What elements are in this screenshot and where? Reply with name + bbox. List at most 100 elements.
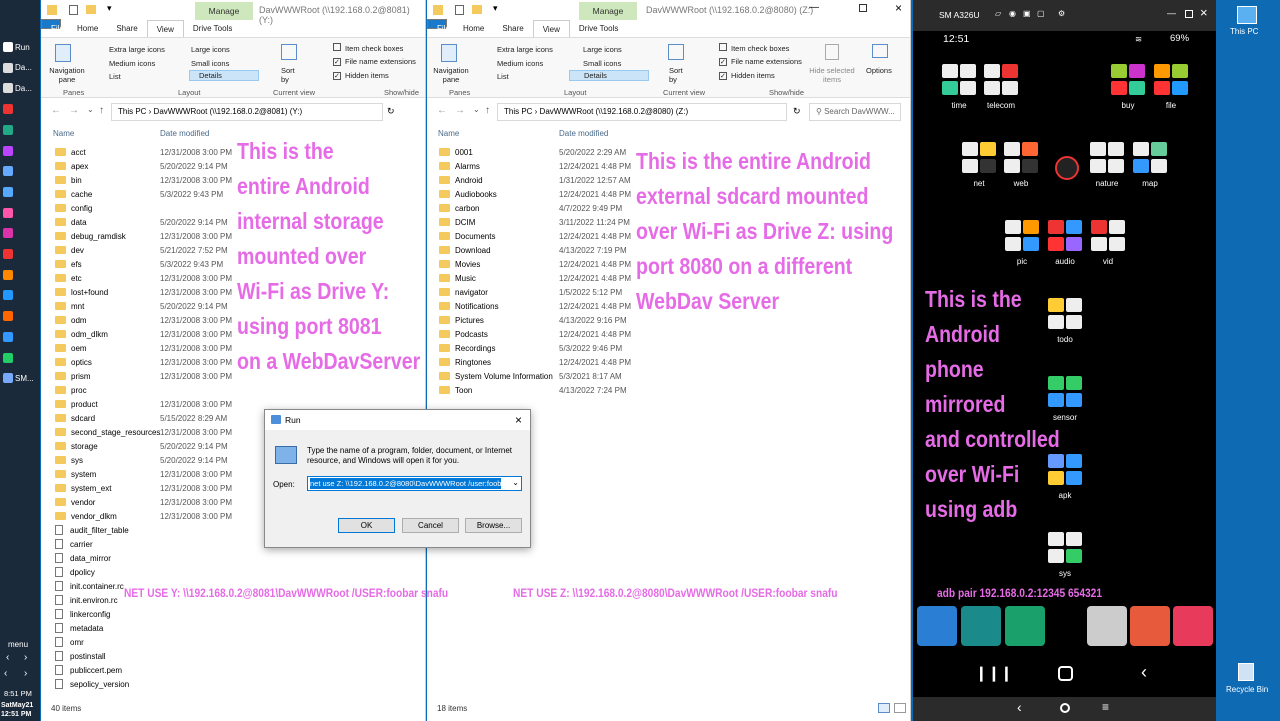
layout-list[interactable]: List — [109, 72, 121, 81]
close-icon[interactable]: × — [1200, 5, 1208, 20]
tab-home[interactable]: Home — [454, 20, 493, 37]
taskbar-item[interactable] — [0, 204, 40, 222]
refresh-icon[interactable]: ↻ — [793, 106, 801, 117]
layout-small[interactable]: Small icons — [191, 59, 229, 68]
layout-list[interactable]: List — [497, 72, 509, 81]
options-button[interactable]: Options — [866, 66, 892, 75]
recent-dropdown-icon[interactable]: ⌄ — [87, 105, 94, 114]
taskbar-item[interactable] — [0, 286, 40, 304]
taskbar-item[interactable] — [0, 266, 40, 284]
list-item[interactable]: Toon 4/13/2022 7:24 PM — [439, 385, 739, 400]
layout-details[interactable]: Details — [189, 70, 259, 81]
back-icon[interactable]: ‹ — [1017, 699, 1022, 715]
up-icon[interactable]: ↑ — [485, 105, 490, 116]
sort-icon[interactable] — [668, 44, 684, 60]
large-icons-view-icon[interactable] — [894, 703, 906, 713]
screenshot-icon[interactable]: ▱ — [995, 9, 1001, 18]
record-icon[interactable]: ◉ — [1009, 9, 1016, 18]
sort-icon[interactable] — [281, 44, 297, 60]
open-input[interactable]: net use Z: \\192.168.0.2@8080\DavWWWRoot… — [307, 476, 522, 491]
layout-medium[interactable]: Medium icons — [497, 59, 543, 68]
chevron-right-icon[interactable]: › — [24, 652, 27, 663]
new-folder-icon[interactable] — [472, 5, 482, 14]
taskbar-item[interactable] — [0, 183, 40, 201]
tab-drive-tools[interactable]: Drive Tools — [184, 20, 241, 37]
refresh-icon[interactable]: ↻ — [387, 106, 395, 117]
list-item[interactable]: Podcasts 12/24/2021 4:48 PM — [439, 329, 739, 344]
list-item[interactable]: System Volume Information 5/3/2021 8:17 A… — [439, 371, 739, 386]
options-icon[interactable] — [872, 44, 888, 58]
back-icon[interactable]: ← — [437, 105, 447, 116]
layout-large[interactable]: Large icons — [191, 45, 230, 54]
layout-extra-large[interactable]: Extra large icons — [497, 45, 553, 54]
recent-apps-icon[interactable]: ❙❙❙ — [975, 664, 1013, 682]
taskbar-item[interactable]: SM... — [0, 369, 40, 387]
layout-small[interactable]: Small icons — [583, 59, 621, 68]
tab-view[interactable]: View — [532, 20, 570, 37]
close-icon[interactable]: × — [895, 1, 902, 15]
layout-details[interactable]: Details — [569, 70, 649, 81]
app-folder[interactable]: map — [1132, 142, 1168, 192]
new-folder-icon[interactable] — [86, 5, 96, 14]
list-item[interactable]: Ringtones 12/24/2021 4:48 PM — [439, 357, 739, 372]
messages-app-icon[interactable] — [917, 606, 957, 646]
taskbar-item[interactable] — [0, 307, 40, 325]
up-icon[interactable]: ↑ — [99, 105, 104, 116]
home-icon[interactable] — [1060, 703, 1070, 713]
taskbar-item[interactable] — [0, 245, 40, 263]
tab-drive-tools[interactable]: Drive Tools — [570, 20, 627, 37]
tab-view[interactable]: View — [146, 20, 184, 37]
app-folder[interactable]: file — [1153, 64, 1189, 114]
camera-app-icon[interactable] — [1173, 606, 1213, 646]
recycle-bin-icon[interactable] — [1238, 663, 1254, 681]
item-check-boxes[interactable]: Item check boxes — [333, 43, 403, 53]
power-icon[interactable] — [1055, 156, 1079, 180]
app-folder[interactable]: telecom — [983, 64, 1019, 114]
android-app-icon[interactable] — [1087, 606, 1127, 646]
tab-file[interactable]: File — [427, 19, 450, 33]
navigation-pane-icon[interactable] — [441, 44, 457, 62]
properties-icon[interactable] — [69, 5, 78, 15]
tab-share[interactable]: Share — [493, 20, 532, 37]
taskbar-item[interactable] — [0, 142, 40, 160]
taskbar-menu[interactable]: menu — [8, 640, 28, 649]
address-bar[interactable]: This PC › DavWWWRoot (\\192.168.0.2@8080… — [497, 103, 787, 121]
phone-app-icon[interactable] — [1005, 606, 1045, 646]
list-item[interactable]: dpolicy — [55, 567, 355, 582]
manage-tab-header[interactable]: Manage — [195, 2, 253, 20]
hidden-items[interactable]: ✓ Hidden items — [719, 71, 775, 80]
forward-icon[interactable]: → — [69, 105, 79, 116]
taskbar-item[interactable] — [0, 349, 40, 367]
chevron-left-icon[interactable]: ‹ — [6, 652, 9, 663]
taskbar-item[interactable] — [0, 121, 40, 139]
taskbar-item[interactable] — [0, 162, 40, 180]
app-folder[interactable]: web — [1003, 142, 1039, 192]
app-folder[interactable]: sys — [1047, 532, 1083, 582]
home-icon[interactable] — [1058, 666, 1073, 681]
list-item[interactable]: linkerconfig — [55, 609, 355, 624]
app-folder[interactable]: pic — [1004, 220, 1040, 270]
app-folder[interactable]: vid — [1090, 220, 1126, 270]
app-folder[interactable]: nature — [1089, 142, 1125, 192]
details-view-icon[interactable] — [878, 703, 890, 713]
column-name[interactable]: Name — [53, 129, 74, 138]
list-item[interactable]: metadata — [55, 623, 355, 638]
list-item[interactable]: publiccert.pem — [55, 665, 355, 680]
layout-large[interactable]: Large icons — [583, 45, 622, 54]
sort-by-button[interactable]: Sort by — [281, 66, 301, 84]
app-folder[interactable]: net — [961, 142, 997, 192]
minimize-icon[interactable]: — — [1167, 8, 1176, 18]
camera-icon[interactable]: ▣ — [1023, 9, 1031, 18]
browse-button[interactable]: Browse... — [465, 518, 522, 533]
chevron-down-icon[interactable]: ⌄ — [512, 478, 519, 487]
back-icon[interactable]: ← — [51, 105, 61, 116]
navigation-pane-button[interactable]: Navigation pane — [430, 66, 472, 84]
recent-dropdown-icon[interactable]: ⌄ — [473, 105, 480, 114]
column-name[interactable]: Name — [438, 129, 459, 138]
maximize-icon[interactable] — [1185, 10, 1193, 18]
app-folder[interactable]: time — [941, 64, 977, 114]
item-check-boxes[interactable]: Item check boxes — [719, 43, 789, 53]
forward-icon[interactable]: → — [455, 105, 465, 116]
hide-selected-icon[interactable] — [825, 44, 839, 60]
file-name-extensions[interactable]: ✓ File name extensions — [333, 57, 416, 66]
